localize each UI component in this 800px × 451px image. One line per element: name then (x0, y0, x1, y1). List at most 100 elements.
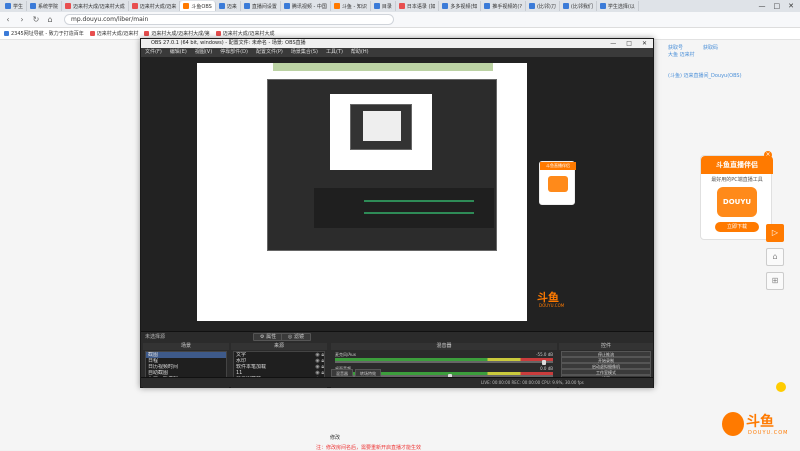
right-link-2[interactable]: (斗鱼) 迈来直播间_Douyu(OBS) (668, 72, 788, 79)
browser-tab[interactable]: 多多视频(知 (439, 1, 481, 11)
browser-tab[interactable]: 目录 (371, 1, 396, 11)
preview-ad-banner: 斗鱼直播伴侣 (540, 162, 576, 170)
browser-tab[interactable]: 斗鱼OBS (180, 1, 215, 11)
download-button[interactable]: 立即下载 (715, 222, 759, 232)
preview-ad: 斗鱼直播伴侣 (539, 161, 575, 205)
preview-douyu-logo-sub: DOUYU.COM (539, 303, 564, 308)
preview-nested-obs (267, 79, 497, 251)
tab-favicon-icon (529, 3, 535, 9)
ad-close-icon[interactable]: × (764, 151, 772, 159)
download-ad[interactable]: 斗鱼直播伴侣 最好用的PC端直播工具 DOUYU 立即下载 (700, 155, 772, 240)
maximize-button[interactable]: □ (774, 2, 781, 10)
obs-menu-item[interactable]: 工具(T) (326, 48, 343, 57)
obs-title-bar: OBS 27.0.1 (64 bit, windows) - 配置文件: 未命名… (141, 39, 653, 48)
preview-nested-mixer (314, 188, 494, 228)
close-button[interactable]: ✕ (788, 2, 794, 10)
tab-mixer[interactable]: 混音器 (331, 369, 353, 377)
obs-window[interactable]: OBS 27.0.1 (64 bit, windows) - 配置文件: 未命名… (140, 38, 654, 388)
tab-label: 斗鱼OBS (191, 3, 211, 10)
tab-favicon-icon (30, 3, 36, 9)
preview-meter-1 (364, 200, 474, 202)
browser-tab[interactable]: (比邻我们 (560, 1, 597, 11)
preview-canvas: 斗鱼直播伴侣 斗鱼 DOUYU.COM (197, 63, 527, 321)
right-link-0[interactable]: 获取号 (668, 44, 683, 51)
filters-button[interactable]: ◎ 滤镜 (281, 333, 311, 341)
browser-tab[interactable]: 腾讯视频 - 中国 (281, 1, 331, 11)
minimize-button[interactable]: — (759, 2, 766, 10)
obs-close-button[interactable]: ✕ (642, 39, 647, 48)
obs-minimize-button[interactable]: — (610, 39, 616, 48)
browser-tab[interactable]: 迈来 (216, 1, 241, 11)
preview-browser-bar (273, 63, 493, 71)
properties-button[interactable]: ⚙ 属性 (253, 333, 283, 341)
browser-tab[interactable]: 学生 (2, 1, 27, 11)
obs-menu-item[interactable]: 帮助(H) (351, 48, 369, 57)
obs-preview[interactable]: 斗鱼直播伴侣 斗鱼 DOUYU.COM (141, 57, 653, 331)
tab-favicon-icon (563, 3, 569, 9)
bookmark-icon (90, 31, 95, 36)
preview-nested-page-2 (363, 111, 401, 141)
bookmark-item[interactable]: 迈来村大成/迈来村大成 (216, 30, 275, 37)
bookmark-label: 2345网址导航 - 致力于打造百年 (11, 30, 84, 37)
tab-favicon-icon (374, 3, 380, 9)
bookmark-item[interactable]: 2345网址导航 - 致力于打造百年 (4, 30, 84, 37)
obs-menu-item[interactable]: 视图(V) (195, 48, 212, 57)
right-link-1[interactable]: 大鱼 迈来村 (668, 51, 788, 58)
browser-tab[interactable]: 系统学院 (27, 1, 62, 11)
preview-nested-obs-2 (350, 104, 412, 150)
preview-meter-2 (364, 212, 474, 214)
source-toolbar: 未选择源 ⚙ 属性 ◎ 滤镜 (141, 331, 653, 342)
douyu-app-icon: DOUYU (717, 187, 757, 217)
browser-tab[interactable]: 日本语录 (如 (396, 1, 440, 11)
reload-icon[interactable]: ↻ (32, 15, 40, 24)
douyu-logo-sub: DOUYU.COM (748, 430, 789, 436)
tab-favicon-icon (244, 3, 250, 9)
tab-label: 迈来 (227, 3, 237, 10)
tab-label: 腾讯视频 - 中国 (292, 3, 327, 10)
obs-menu-bar: 文件(F) 编辑(E) 视图(V) 停靠部件(D) 配置文件(P) 场景集合(S) 工具(T… (141, 48, 653, 57)
bookmark-item[interactable]: 迈来村大成/迈来村大成/第 (144, 30, 209, 37)
volume-slider[interactable] (335, 361, 553, 363)
play-icon[interactable]: ▷ (766, 224, 784, 242)
obs-menu-item[interactable]: 场景集合(S) (291, 48, 318, 57)
obs-menu-item[interactable]: 停靠部件(D) (220, 48, 248, 57)
bookmark-icon (144, 31, 149, 36)
right-link-extra[interactable]: 获取码 (703, 44, 718, 51)
browser-tab[interactable]: 迈来村大成/迈来 (129, 1, 181, 11)
address-bar[interactable]: mp.douyu.com/liber/main (64, 14, 394, 25)
browser-tab[interactable]: (比邻)刀 (526, 1, 560, 11)
gift-icon[interactable]: ⊞ (766, 272, 784, 290)
assistant-dot-icon[interactable] (776, 382, 786, 392)
obs-menu-item[interactable]: 配置文件(P) (256, 48, 283, 57)
obs-menu-item[interactable]: 编辑(E) (170, 48, 187, 57)
tab-favicon-icon (219, 3, 225, 9)
bookmark-icon (4, 31, 9, 36)
obs-status-bar: LIVE: 00:00:00 REC: 00:00:00 CPU: 9.9%, … (141, 377, 653, 387)
bookmark-icon (216, 31, 221, 36)
bookmark-label: 迈来村大成/迈来村大成/第 (151, 30, 209, 37)
browser-tab[interactable]: 推手视频的(? (481, 1, 526, 11)
browser-tab[interactable]: 学生选择(以 (597, 1, 639, 11)
obs-maximize-button[interactable]: □ (626, 39, 632, 48)
bookmark-item[interactable]: 迈来村大成/迈来村 (90, 30, 139, 37)
back-icon[interactable]: ‹ (4, 15, 12, 24)
browser-tab[interactable]: 迈来村大成/迈来村大成 (62, 1, 129, 11)
browser-tab[interactable]: 斗鱼 - 知识 (331, 1, 371, 11)
controls-title: 控件 (559, 343, 653, 350)
browser-tab[interactable]: 直播间设置 (241, 1, 281, 11)
mixer-channel-level: 0.0 dB (540, 366, 553, 372)
tab-transitions[interactable]: 转场特效 (355, 369, 381, 377)
forward-icon[interactable]: › (18, 15, 26, 24)
tab-favicon-icon (334, 3, 340, 9)
tab-favicon-icon (183, 3, 189, 9)
home-side-icon[interactable]: ⌂ (766, 248, 784, 266)
home-icon[interactable]: ⌂ (46, 15, 54, 24)
tab-label: 日本语录 (如 (407, 3, 436, 10)
tab-label: 迈来村大成/迈来 (140, 3, 177, 10)
edit-label[interactable]: 修改 (330, 434, 340, 441)
mixer-title: 混音器 (331, 343, 557, 350)
tab-favicon-icon (132, 3, 138, 9)
volume-slider-knob[interactable] (542, 360, 546, 365)
right-links: 获取号 获取码 大鱼 迈来村 (斗鱼) 迈来直播间_Douyu(OBS) (668, 44, 788, 79)
obs-menu-item[interactable]: 文件(F) (145, 48, 162, 57)
